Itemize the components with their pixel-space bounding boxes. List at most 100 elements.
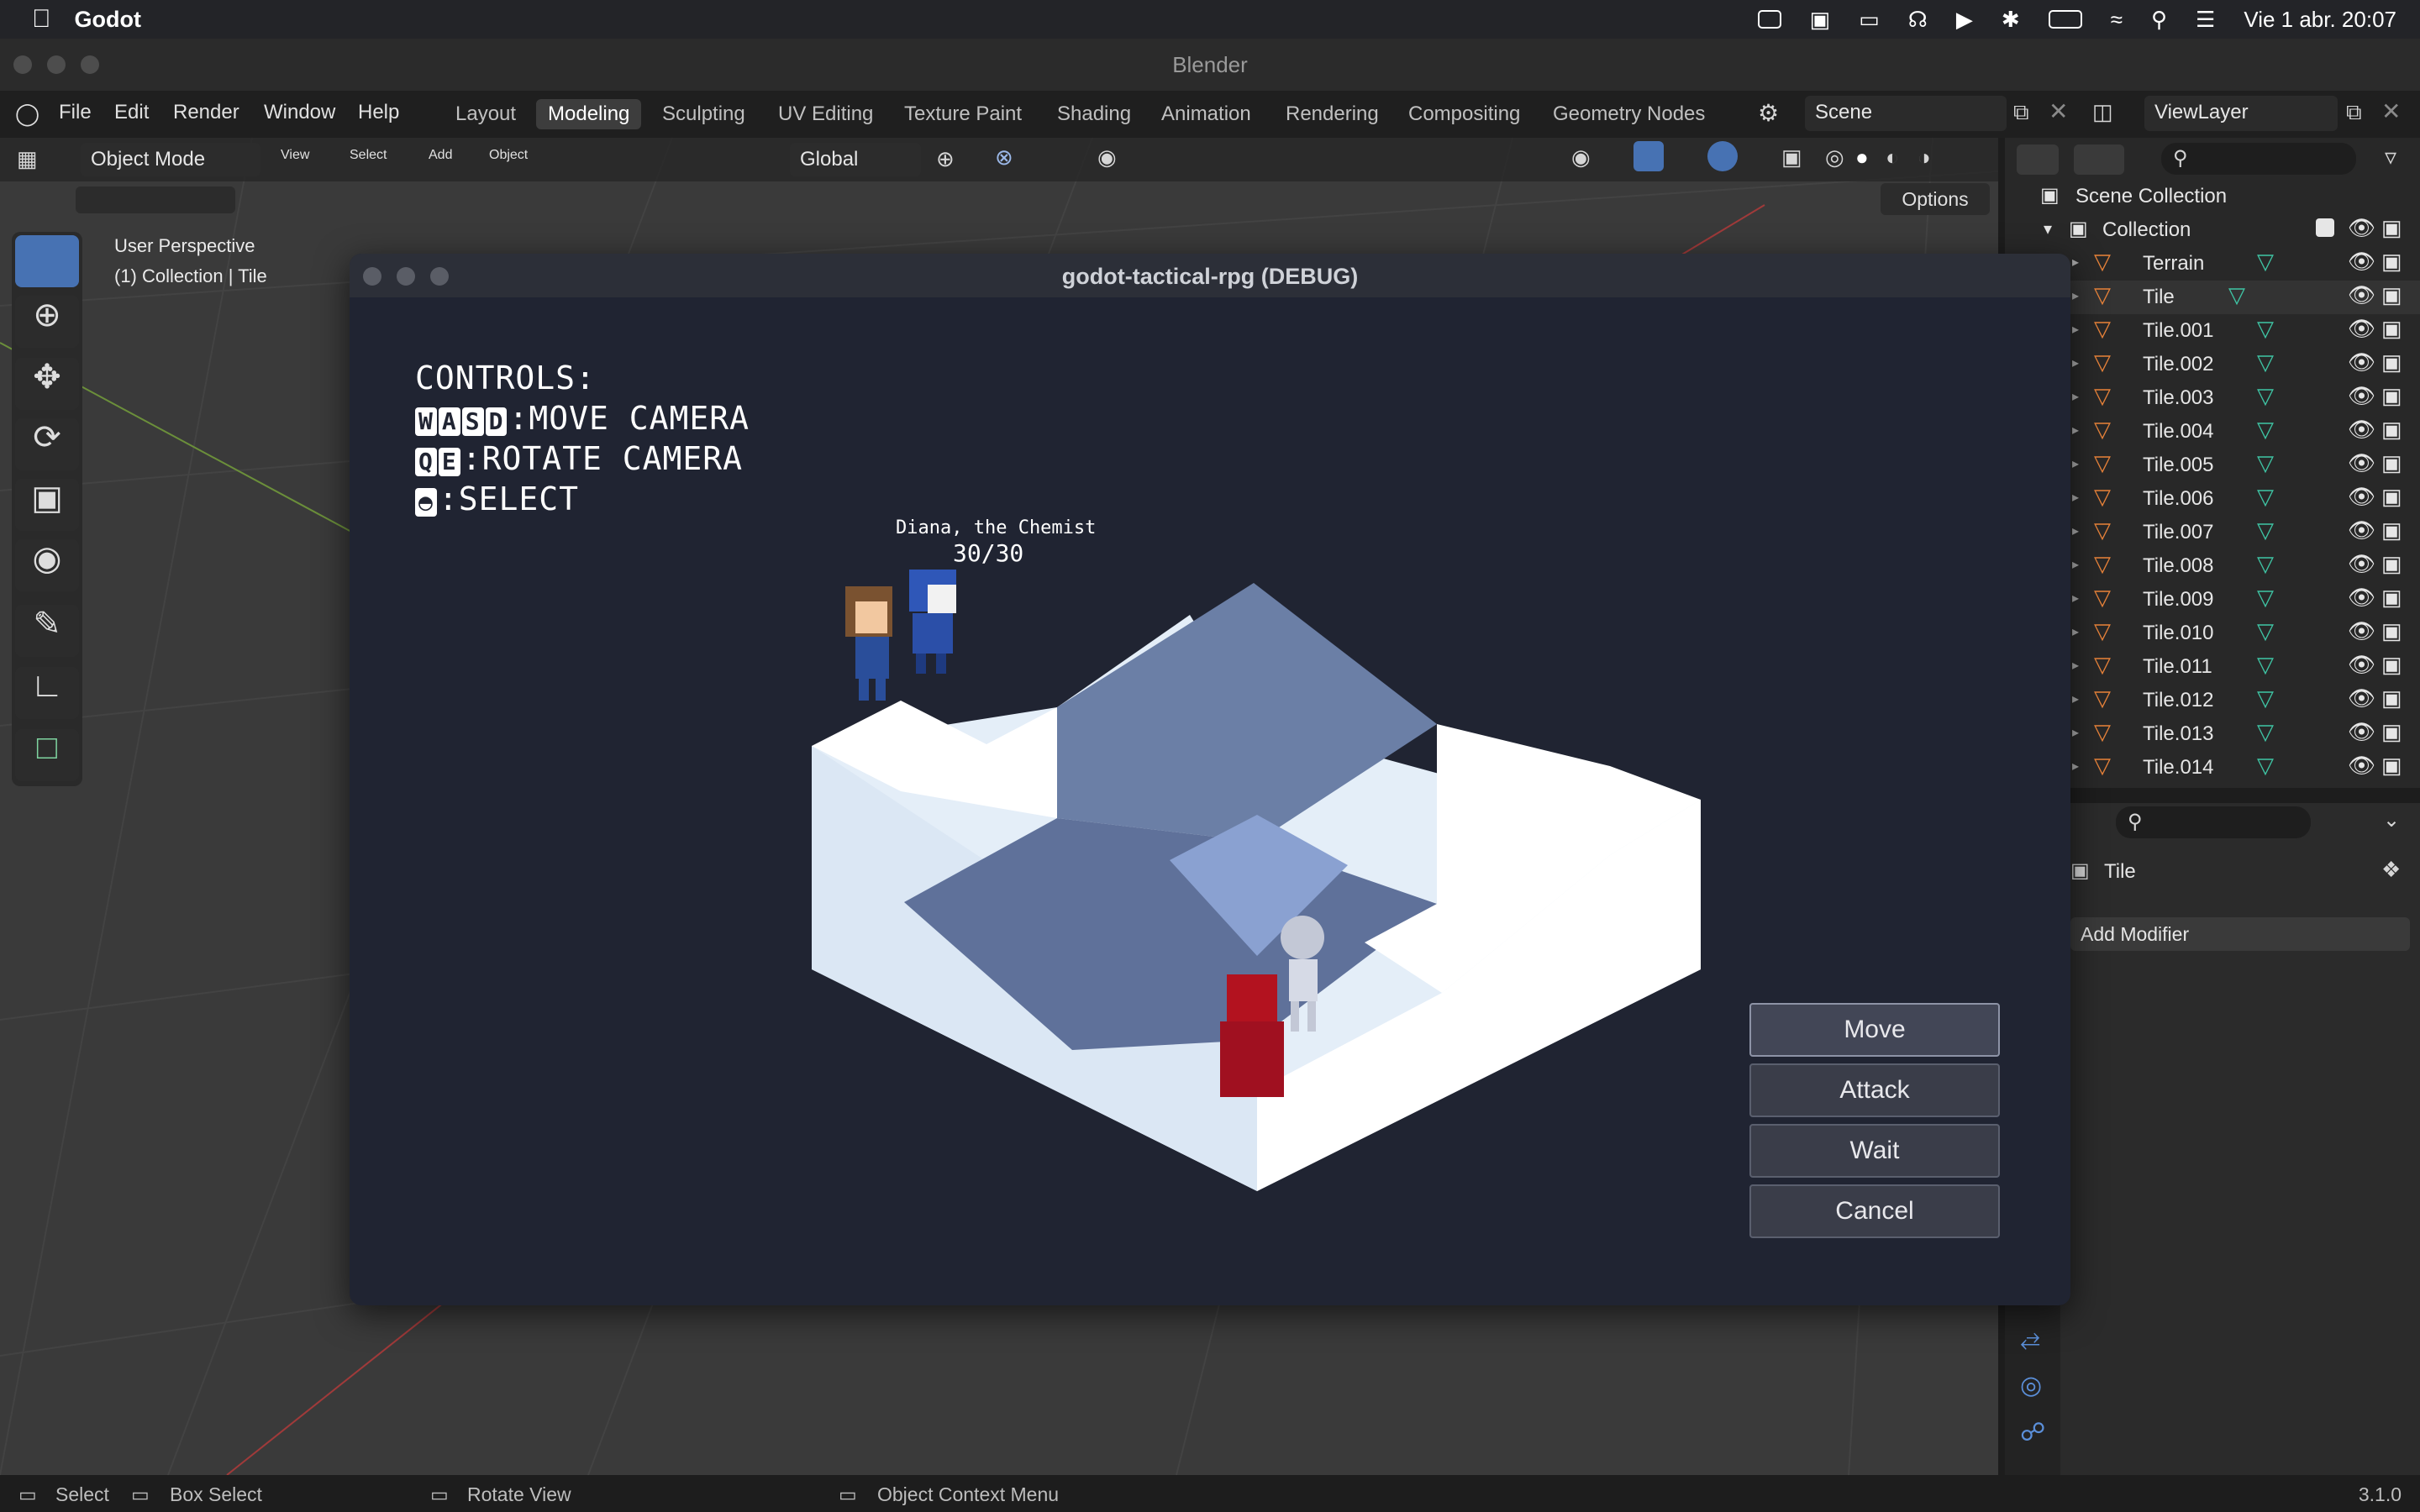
mesh-data-icon[interactable]: ▽	[2257, 585, 2274, 611]
scene-field[interactable]: Scene	[1805, 96, 2007, 131]
render-camera-icon[interactable]: ▣	[2381, 383, 2402, 409]
active-app-name[interactable]: Godot	[75, 7, 141, 33]
viewport-menu-add[interactable]: Add	[429, 148, 452, 163]
move-button[interactable]: Move	[1749, 1003, 2000, 1057]
render-camera-icon[interactable]: ▣	[2381, 753, 2402, 779]
enemy-sprites[interactable]	[1215, 914, 1324, 1107]
visibility-eye-icon[interactable]: 👁	[2348, 753, 2375, 779]
outliner-editor-type-icon[interactable]	[2017, 144, 2059, 175]
visibility-eye-icon[interactable]: 👁	[2348, 719, 2375, 745]
viewport-menu-object[interactable]: Object	[489, 148, 528, 163]
render-camera-icon[interactable]: ▣	[2381, 551, 2402, 577]
visibility-eye-icon[interactable]: 👁	[2348, 417, 2375, 443]
godot-game-window[interactable]: godot-tactical-rpg (DEBUG) CONTROLS: WAS…	[350, 254, 2070, 1305]
mesh-data-icon[interactable]: ▽	[2257, 417, 2274, 443]
visibility-eye-icon[interactable]: 👁	[2348, 618, 2375, 644]
visibility-eye-icon[interactable]: 👁	[2348, 450, 2375, 476]
transform-orientation-dropdown[interactable]: Global	[790, 143, 921, 176]
mesh-data-icon[interactable]: ▽	[2257, 316, 2274, 342]
bluetooth-icon[interactable]: ✱	[2002, 7, 2020, 33]
mesh-data-icon[interactable]: ▽	[2257, 249, 2274, 275]
menu-edit[interactable]: Edit	[114, 101, 149, 124]
tab-modeling[interactable]: Modeling	[536, 99, 642, 129]
render-camera-icon[interactable]: ▣	[2381, 450, 2402, 476]
expand-arrow-icon[interactable]: ▸	[2072, 724, 2079, 741]
new-scene-icon[interactable]: ⧉	[2013, 99, 2029, 126]
cancel-button[interactable]: Cancel	[1749, 1184, 2000, 1238]
visibility-eye-icon[interactable]: 👁	[2348, 585, 2375, 611]
expand-arrow-icon[interactable]: ▸	[2072, 455, 2079, 472]
tab-animation[interactable]: Animation	[1150, 99, 1263, 129]
visibility-eye-icon[interactable]: 👁	[2348, 652, 2375, 678]
render-camera-icon[interactable]: ▣	[2381, 618, 2402, 644]
expand-arrow-icon[interactable]: ▸	[2072, 287, 2079, 304]
tab-uv-editing[interactable]: UV Editing	[766, 99, 885, 129]
expand-arrow-icon[interactable]: ▸	[2072, 354, 2079, 371]
collection-row[interactable]: ▾ ▣ Collection 👁 ▣	[2005, 213, 2420, 247]
render-camera-icon[interactable]: ▣	[2381, 215, 2402, 241]
mesh-data-icon[interactable]: ▽	[2257, 652, 2274, 678]
blender-logo-icon[interactable]: ◯	[15, 101, 39, 127]
expand-arrow-icon[interactable]: ▸	[2072, 758, 2079, 774]
physics-tab-icon[interactable]: ◎	[2020, 1371, 2042, 1400]
add-cube-tool-icon[interactable]: □	[15, 729, 79, 781]
tab-shading[interactable]: Shading	[1045, 99, 1143, 129]
wait-button[interactable]: Wait	[1749, 1124, 2000, 1178]
mesh-data-icon[interactable]: ▽	[2257, 517, 2274, 543]
visibility-eye-icon[interactable]: 👁	[2348, 316, 2375, 342]
scale-tool-icon[interactable]: ▣	[15, 479, 79, 531]
search-icon[interactable]: ⚲	[2151, 7, 2167, 33]
control-center-icon[interactable]: ☰	[2196, 7, 2215, 33]
status-menu-icon[interactable]	[1757, 10, 1781, 29]
mesh-data-icon[interactable]: ▽	[2257, 551, 2274, 577]
scene-collection-row[interactable]: ▣ Scene Collection	[2005, 180, 2420, 213]
render-camera-icon[interactable]: ▣	[2381, 585, 2402, 611]
menu-help[interactable]: Help	[358, 101, 399, 124]
properties-options-icon[interactable]: ⌄	[2383, 808, 2400, 832]
character-sprites[interactable]	[837, 570, 1005, 763]
editor-type-icon[interactable]: ▦	[17, 146, 38, 172]
move-tool-icon[interactable]: ✥	[15, 358, 79, 410]
visibility-eye-icon[interactable]: 👁	[2348, 215, 2375, 241]
clock[interactable]: Vie 1 abr. 20:07	[2244, 7, 2396, 33]
transform-tool-icon[interactable]: ◉	[15, 539, 79, 591]
expand-arrow-icon[interactable]: ▸	[2072, 321, 2079, 338]
view-layer-icon[interactable]: ◫	[2092, 99, 2113, 125]
visibility-eye-icon[interactable]: 👁	[2348, 484, 2375, 510]
pivot-icon[interactable]: ⊕	[936, 146, 955, 172]
select-box-tool-icon[interactable]	[15, 235, 79, 287]
screen-mirror-icon[interactable]: ▭	[1859, 7, 1880, 33]
render-camera-icon[interactable]: ▣	[2381, 517, 2402, 543]
material-shading-icon[interactable]: ◐	[1886, 144, 1899, 171]
visibility-eye-icon[interactable]: 👁	[2348, 383, 2375, 409]
render-camera-icon[interactable]: ▣	[2381, 484, 2402, 510]
tab-rendering[interactable]: Rendering	[1274, 99, 1391, 129]
delete-scene-icon[interactable]: ✕	[2049, 97, 2068, 125]
render-camera-icon[interactable]: ▣	[2381, 685, 2402, 711]
expand-arrow-icon[interactable]: ▸	[2072, 623, 2079, 640]
visibility-eye-icon[interactable]: 👁	[2348, 282, 2375, 308]
rotate-tool-icon[interactable]: ⟳	[15, 418, 79, 470]
apple-icon[interactable]: 	[32, 5, 51, 34]
object-data-tab-icon[interactable]: ⥄	[2020, 1324, 2040, 1352]
tab-compositing[interactable]: Compositing	[1397, 99, 1532, 129]
expand-arrow-icon[interactable]: ▸	[2072, 690, 2079, 707]
expand-arrow-icon[interactable]: ▸	[2072, 422, 2079, 438]
play-icon[interactable]: ▶	[1956, 7, 1973, 33]
expand-arrow-icon[interactable]: ▸	[2072, 388, 2079, 405]
cursor-tool-icon[interactable]: ⊕	[15, 296, 79, 348]
new-view-layer-icon[interactable]: ⧉	[2346, 99, 2362, 126]
expand-arrow-icon[interactable]: ▸	[2072, 657, 2079, 674]
menu-file[interactable]: File	[59, 101, 92, 124]
options-dropdown[interactable]: Options	[1881, 183, 1990, 215]
visibility-eye-icon[interactable]: 👁	[2348, 517, 2375, 543]
overlay-toggle-icon[interactable]	[1707, 141, 1738, 171]
visibility-eye-icon[interactable]: 👁	[2348, 551, 2375, 577]
proportional-edit-icon[interactable]: ◉	[1097, 144, 1117, 171]
mesh-data-icon[interactable]: ▽	[2257, 349, 2274, 375]
filter-icon[interactable]: ▿	[2385, 143, 2396, 171]
outliner-search-input[interactable]: ⚲	[2161, 143, 2356, 175]
battery-icon[interactable]	[2048, 10, 2082, 29]
visibility-eye-icon[interactable]: 👁	[2348, 349, 2375, 375]
properties-search-input[interactable]: ⚲	[2116, 806, 2311, 838]
